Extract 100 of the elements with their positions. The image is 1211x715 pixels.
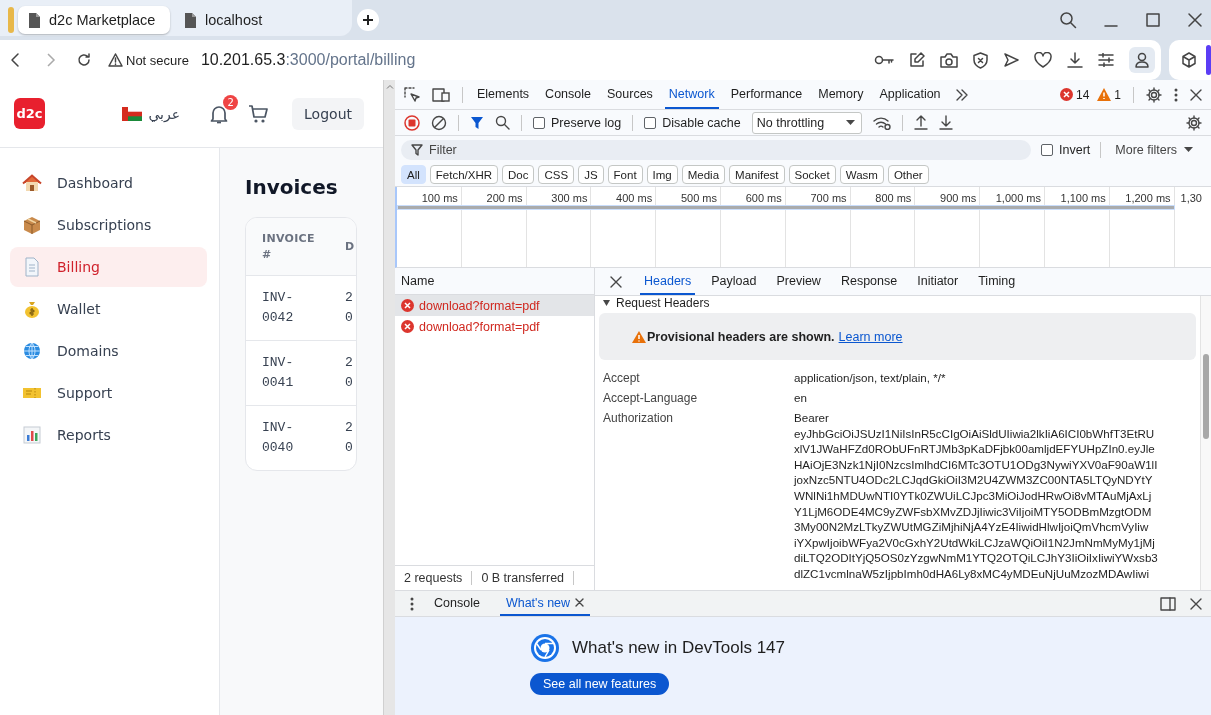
close-icon[interactable]	[1187, 12, 1203, 28]
type-filter-chip[interactable]: Img	[646, 165, 678, 184]
type-filter-chip[interactable]: Media	[681, 165, 726, 184]
search-icon[interactable]	[1059, 11, 1077, 29]
drawer-tab[interactable]: Console	[428, 591, 486, 616]
notice-text: Provisional headers are shown.	[647, 329, 835, 344]
devtools-tab[interactable]: Performance	[726, 80, 807, 109]
type-filter-chip[interactable]: Font	[607, 165, 643, 184]
type-filter-chip[interactable]: Fetch/XHR	[429, 165, 499, 184]
detail-tab[interactable]: Response	[836, 268, 902, 295]
record-icon[interactable]	[404, 114, 420, 131]
filter-icon[interactable]	[470, 115, 484, 130]
type-filter-chip[interactable]: Wasm	[839, 165, 884, 184]
sidebar-item[interactable]: Dashboard	[10, 163, 207, 203]
more-tabs-icon[interactable]	[954, 88, 969, 101]
type-filter-chip[interactable]: Socket	[788, 165, 836, 184]
close-icon[interactable]	[610, 275, 622, 288]
edit-icon[interactable]	[909, 52, 925, 68]
settings-icon[interactable]	[1146, 86, 1162, 103]
sidebar-item[interactable]: Wallet	[10, 289, 207, 329]
type-filter-chip[interactable]: Other	[887, 165, 929, 184]
devtools-tab[interactable]: Sources	[603, 80, 657, 109]
side-panel-bar[interactable]	[1206, 45, 1211, 75]
column-header[interactable]: Name	[395, 268, 594, 295]
tick-label: 300 ms	[551, 192, 588, 205]
devtools-tab[interactable]: Elements	[473, 80, 534, 109]
more-icon[interactable]	[410, 596, 414, 611]
detail-tab[interactable]: Timing	[974, 268, 1020, 295]
detail-tab[interactable]: Headers	[640, 268, 696, 295]
network-conditions-icon[interactable]	[872, 115, 891, 130]
section-header[interactable]: Request Headers	[599, 296, 1196, 309]
sidebar-item[interactable]: Domains	[10, 331, 207, 371]
type-filter-chip[interactable]: All	[401, 165, 426, 184]
browser-tab[interactable]: d2c Marketplace	[18, 6, 170, 34]
more-filters-dropdown[interactable]: More filters	[1115, 142, 1194, 157]
warning-count[interactable]: 1	[1097, 87, 1121, 102]
checkbox[interactable]: Disable cache	[644, 115, 741, 130]
shield-icon[interactable]	[973, 51, 988, 69]
camera-icon[interactable]	[940, 52, 958, 68]
devtools-tab[interactable]: Application	[875, 80, 945, 109]
scrollbar[interactable]	[1200, 296, 1211, 590]
reload-icon[interactable]	[76, 52, 92, 68]
dock-icon[interactable]	[1160, 596, 1176, 611]
tick-label: 1,000 ms	[995, 192, 1041, 205]
sidebar-item[interactable]: Subscriptions	[10, 205, 207, 245]
request-row[interactable]: download?format=pdf	[395, 316, 594, 337]
table-cell-text: INV-0040	[261, 419, 295, 457]
devtools-tab[interactable]: Memory	[814, 80, 868, 109]
download-icon[interactable]	[938, 115, 953, 130]
search-icon[interactable]	[495, 115, 510, 130]
maximize-icon[interactable]	[1145, 12, 1161, 28]
scrollbar[interactable]	[383, 80, 395, 715]
type-filter-chip[interactable]: Doc	[502, 165, 535, 184]
upload-icon[interactable]	[913, 115, 928, 130]
detail-tab[interactable]: Initiator	[913, 268, 963, 295]
throttling-select[interactable]: No throttling	[751, 111, 862, 134]
request-row[interactable]: download?format=pdf	[395, 295, 594, 316]
security-chip[interactable]: Not secure	[108, 52, 189, 68]
header-value: iYXpwIjoibWFya2V0cGxhY2UtdWkiLCJzaWQiOiI1N2JmNmMyMy1jMj	[794, 534, 1156, 551]
browser-tab[interactable]: localhost	[174, 6, 326, 34]
learn-more-link[interactable]: Learn more	[838, 329, 903, 344]
logout-button[interactable]: Logout	[292, 97, 364, 130]
logo[interactable]: d2c	[14, 98, 45, 129]
sliders-icon[interactable]	[1098, 53, 1114, 67]
profile-button[interactable]	[1129, 47, 1155, 73]
language-link[interactable]: عربي	[148, 105, 181, 122]
close-icon[interactable]	[1190, 88, 1202, 101]
type-filter-chip[interactable]: JS	[578, 165, 604, 184]
cart-icon[interactable]	[248, 103, 269, 124]
checkbox[interactable]: Invert	[1041, 142, 1091, 157]
clear-icon[interactable]	[431, 114, 447, 131]
close-icon[interactable]	[575, 598, 585, 607]
heart-icon[interactable]	[1034, 52, 1052, 68]
detail-tab[interactable]: Preview	[772, 268, 825, 295]
device-toolbar-icon[interactable]	[432, 86, 450, 103]
cube-icon[interactable]	[1181, 52, 1197, 68]
close-icon[interactable]	[1190, 597, 1202, 610]
inspect-icon[interactable]	[404, 86, 420, 103]
more-icon[interactable]	[1174, 87, 1178, 102]
package-icon	[22, 215, 42, 235]
new-tab-icon[interactable]	[357, 9, 379, 31]
filter-field[interactable]: Filter	[401, 139, 1031, 160]
flag-icon[interactable]	[122, 106, 143, 121]
sidebar-item[interactable]: Billing	[10, 247, 207, 287]
send-icon[interactable]	[1003, 52, 1019, 68]
sidebar-item[interactable]: Support	[10, 373, 207, 413]
download-icon[interactable]	[1067, 52, 1083, 68]
error-icon	[401, 299, 414, 312]
type-filter-chip[interactable]: CSS	[538, 165, 575, 184]
url-field[interactable]: 10.201.65.3:3000/portal/billing	[200, 51, 416, 69]
devtools-tab[interactable]: Console	[541, 80, 595, 109]
key-icon[interactable]	[874, 54, 894, 66]
see-features-button[interactable]: See all new features	[530, 673, 670, 695]
sidebar-item[interactable]: Reports	[10, 415, 207, 455]
detail-tab[interactable]: Payload	[707, 268, 761, 295]
type-filter-chip[interactable]: Manifest	[729, 165, 785, 184]
checkbox[interactable]: Preserve log	[533, 115, 622, 130]
bell-icon[interactable]	[210, 103, 229, 124]
settings-icon[interactable]	[1186, 114, 1202, 131]
error-count[interactable]: 14	[1059, 87, 1090, 102]
